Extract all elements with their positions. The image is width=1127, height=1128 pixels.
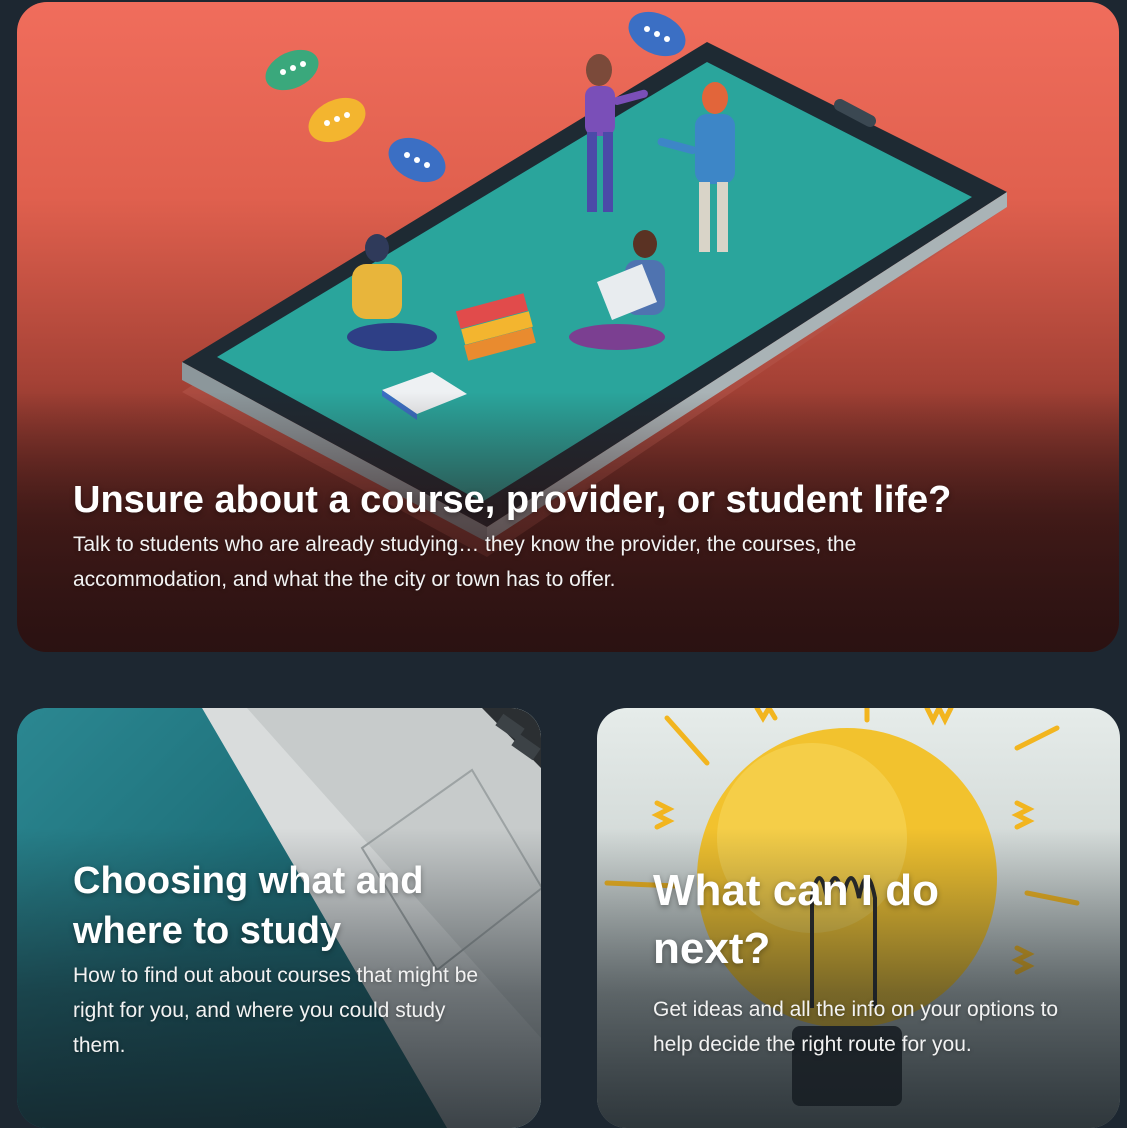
speech-bubble-icon [628, 11, 686, 57]
speech-bubble-icon [388, 137, 446, 183]
card-what-next[interactable]: What can I do next? Get ideas and all th… [597, 708, 1120, 1128]
card-description: Talk to students who are already studyin… [73, 533, 857, 591]
speech-bubble-icon [308, 97, 366, 143]
card-description: Get ideas and all the info on your optio… [653, 998, 1059, 1056]
card-choosing-study[interactable]: Choosing what and where to study How to … [17, 708, 541, 1128]
card-title: Unsure about a course, provider, or stud… [73, 479, 952, 521]
card-description: How to find out about courses that might… [73, 964, 479, 1057]
card-title: Choosing what and where to study [73, 860, 424, 952]
speech-bubble-icon [265, 49, 319, 91]
card-title: What can I do next? [653, 866, 939, 973]
card-student-life[interactable]: Unsure about a course, provider, or stud… [17, 2, 1119, 652]
